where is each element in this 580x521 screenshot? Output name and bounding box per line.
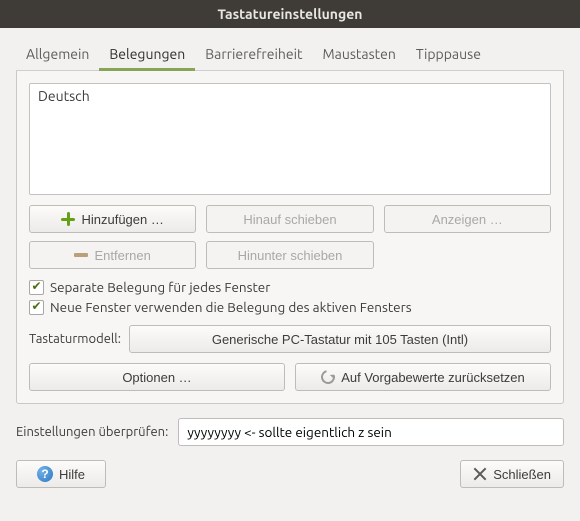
minus-icon xyxy=(74,253,88,257)
remove-layout-button[interactable]: Entfernen xyxy=(29,241,196,269)
keyboard-model-label: Tastaturmodell: xyxy=(29,332,121,346)
button-label: Auf Vorgabewerte zurücksetzen xyxy=(341,370,525,385)
tab-label: Allgemein xyxy=(26,46,89,62)
close-icon xyxy=(473,467,487,481)
keyboard-model-row: Tastaturmodell: Generische PC-Tastatur m… xyxy=(29,325,551,353)
layouts-panel: Deutsch Hinzufügen … Hinauf schieben Anz… xyxy=(16,71,564,404)
options-reset-row: Optionen … Auf Vorgabewerte zurücksetzen xyxy=(29,363,551,391)
window-title: Tastatureinstellungen xyxy=(218,6,363,22)
tab-layouts[interactable]: Belegungen xyxy=(99,40,195,71)
checkbox-new-windows-inherit[interactable]: ✔ xyxy=(29,300,44,315)
dialog-footer: ? Hilfe Schließen xyxy=(16,460,564,488)
move-down-button[interactable]: Hinunter schieben xyxy=(206,241,373,269)
show-layout-button[interactable]: Anzeigen … xyxy=(384,205,551,233)
window-body: Allgemein Belegungen Barrierefreiheit Ma… xyxy=(0,28,580,502)
keyboard-model-value: Generische PC-Tastatur mit 105 Tasten (I… xyxy=(212,332,468,347)
button-label: Hilfe xyxy=(59,467,85,482)
options-button[interactable]: Optionen … xyxy=(29,363,285,391)
checkbox-label: Separate Belegung für jedes Fenster xyxy=(50,279,270,295)
tab-label: Tipppause xyxy=(416,46,481,62)
close-button[interactable]: Schließen xyxy=(460,460,564,488)
test-settings-label: Einstellungen überprüfen: xyxy=(16,425,168,439)
move-up-button[interactable]: Hinauf schieben xyxy=(206,205,373,233)
keyboard-model-button[interactable]: Generische PC-Tastatur mit 105 Tasten (I… xyxy=(129,325,551,353)
add-layout-button[interactable]: Hinzufügen … xyxy=(29,205,196,233)
tab-general[interactable]: Allgemein xyxy=(16,40,99,71)
tab-mousekeys[interactable]: Maustasten xyxy=(312,40,405,71)
layout-item[interactable]: Deutsch xyxy=(38,88,542,104)
layouts-list[interactable]: Deutsch xyxy=(29,83,551,195)
tab-label: Maustasten xyxy=(322,46,395,62)
checkbox-label: Neue Fenster verwenden die Belegung des … xyxy=(50,299,412,315)
tab-label: Barrierefreiheit xyxy=(205,46,302,62)
button-label: Entfernen xyxy=(94,248,150,263)
layout-buttons-row-2: Entfernen Hinunter schieben xyxy=(29,241,551,269)
reset-icon xyxy=(319,367,338,386)
reset-defaults-button[interactable]: Auf Vorgabewerte zurücksetzen xyxy=(295,363,551,391)
window-titlebar: Tastatureinstellungen xyxy=(0,0,580,28)
layout-buttons-row-1: Hinzufügen … Hinauf schieben Anzeigen … xyxy=(29,205,551,233)
help-icon: ? xyxy=(37,466,53,482)
tab-bar: Allgemein Belegungen Barrierefreiheit Ma… xyxy=(16,40,564,71)
checkbox-new-windows-inherit-row: ✔ Neue Fenster verwenden die Belegung de… xyxy=(29,299,551,315)
checkbox-separate-per-window[interactable]: ✔ xyxy=(29,280,44,295)
tab-accessibility[interactable]: Barrierefreiheit xyxy=(195,40,312,71)
button-label: Schließen xyxy=(493,467,551,482)
tab-typingbreak[interactable]: Tipppause xyxy=(406,40,491,71)
test-settings-input[interactable] xyxy=(178,418,564,446)
button-label: Optionen … xyxy=(122,370,191,385)
plus-icon xyxy=(61,212,75,226)
test-settings-row: Einstellungen überprüfen: xyxy=(16,418,564,446)
button-label: Hinunter schieben xyxy=(238,248,343,263)
button-label: Anzeigen … xyxy=(432,212,503,227)
checkbox-separate-per-window-row: ✔ Separate Belegung für jedes Fenster xyxy=(29,279,551,295)
tab-label: Belegungen xyxy=(109,46,185,62)
button-label: Hinzufügen … xyxy=(81,212,163,227)
button-label: Hinauf schieben xyxy=(243,212,336,227)
help-button[interactable]: ? Hilfe xyxy=(16,460,106,488)
